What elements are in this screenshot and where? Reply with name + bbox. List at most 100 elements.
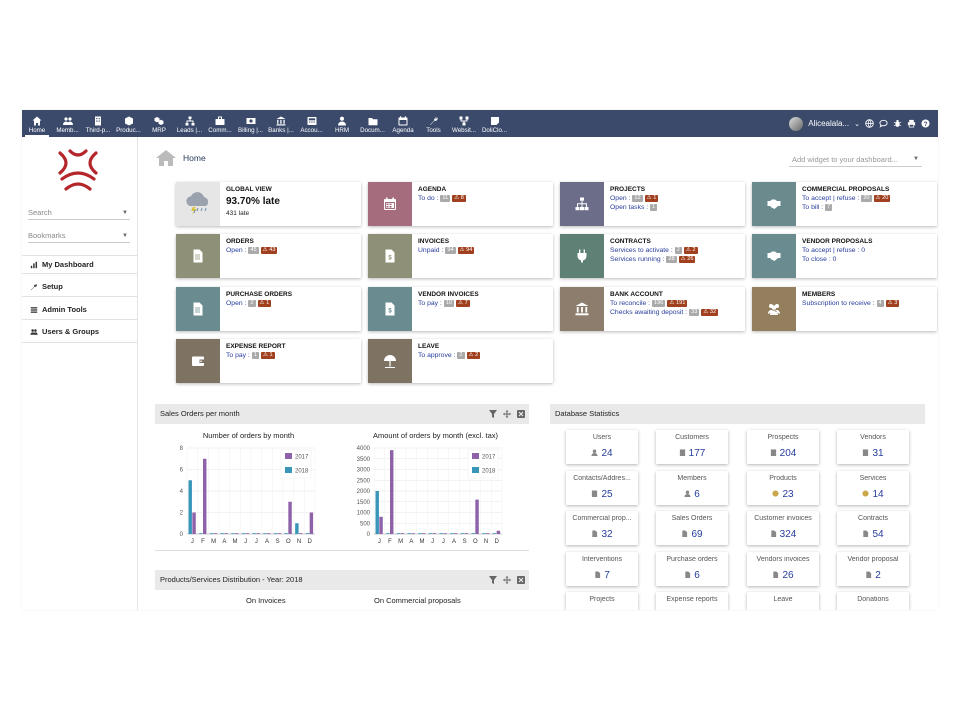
filter-icon[interactable] [489, 410, 497, 418]
stat-contacts-addres[interactable]: Contacts/Addres... 25 [566, 471, 638, 505]
filter-icon[interactable] [489, 576, 497, 584]
stat-customer-invoices[interactable]: Customer invoices 324 [747, 511, 819, 545]
menu-item-tools[interactable]: Tools [419, 110, 449, 137]
y-tick-label: 2500 [357, 478, 371, 484]
menu-item-home[interactable]: Home [22, 110, 52, 137]
stat-services[interactable]: Services 14 [837, 471, 909, 505]
menu-item-mrp[interactable]: MRP [144, 110, 174, 137]
globe-icon[interactable] [865, 119, 874, 128]
menu-item-doliclo[interactable]: DoliClo... [480, 110, 510, 137]
stat-vendors[interactable]: Vendors 31 [837, 430, 909, 464]
box-line[interactable]: Open :2 ⚠ 1 [226, 300, 272, 307]
stat-purchase-orders[interactable]: Purchase orders 6 [656, 552, 728, 586]
sidebar-item-my-dashboard[interactable]: My Dashboard [30, 260, 94, 269]
box-title: ORDERS [226, 238, 254, 245]
box-commercial-proposals[interactable]: COMMERCIAL PROPOSALS To accept | refuse :… [752, 182, 937, 226]
menu-item-billing[interactable]: Billing |... [236, 110, 266, 137]
menu-item-accou[interactable]: Accou... [297, 110, 327, 137]
chevron-down-icon[interactable]: ⌄ [854, 120, 860, 128]
stat-donations[interactable]: Donations [837, 592, 909, 610]
box-line[interactable]: To close : 0 [802, 256, 836, 263]
box-line[interactable]: Open :45 ⚠ 43 [226, 247, 278, 254]
box-line[interactable]: To pay :10 ⚠ 7 [418, 300, 470, 307]
menu-item-banks[interactable]: Banks |... [266, 110, 296, 137]
stat-users[interactable]: Users 24 [566, 430, 638, 464]
stat-commercial-prop[interactable]: Commercial prop... 32 [566, 511, 638, 545]
box-line[interactable]: Subscription to receive :4 ⚠ 3 [802, 300, 900, 307]
box-expense-report[interactable]: EXPENSE REPORT To pay :1 ⚠ 1 [176, 339, 361, 383]
box-projects[interactable]: PROJECTS Open :12 ⚠ 1 Open tasks :1 [560, 182, 745, 226]
stat-leave[interactable]: Leave [747, 592, 819, 610]
global-view-box[interactable]: GLOBAL VIEW 93.70% late 431 late [176, 182, 361, 226]
sidebar-item-admin-tools[interactable]: Admin Tools [30, 305, 87, 314]
user-icon [591, 448, 598, 459]
box-bank-account[interactable]: BANK ACCOUNT To reconcile :196 ⚠ 191 Checks… [560, 287, 745, 331]
stat-customers[interactable]: Customers 177 [656, 430, 728, 464]
x-tick-label: M [211, 539, 216, 545]
close-icon[interactable] [517, 410, 525, 418]
menu-item-third-p[interactable]: Third-p... [83, 110, 113, 137]
stat-sales-orders[interactable]: Sales Orders 69 [656, 511, 728, 545]
menu-item-memb[interactable]: Memb... [53, 110, 83, 137]
bug-icon[interactable] [893, 119, 902, 128]
add-widget-select[interactable]: Add widget to your dashboard... ▼ [789, 153, 922, 167]
box-vendor-invoices[interactable]: $ VENDOR INVOICES To pay :10 ⚠ 7 [368, 287, 553, 331]
box-vendor-proposals[interactable]: VENDOR PROPOSALS To accept | refuse : 0 To… [752, 234, 937, 278]
sidebar-item-users-groups[interactable]: Users & Groups [30, 327, 99, 336]
box-line[interactable]: Services to activate :2 ⚠ 2 [610, 247, 698, 254]
move-icon[interactable] [503, 410, 511, 418]
file-icon [591, 529, 598, 540]
box-line[interactable]: To accept | refuse : 0 [802, 247, 865, 254]
stat-products[interactable]: Products 23 [747, 471, 819, 505]
move-icon[interactable] [503, 576, 511, 584]
stat-prospects[interactable]: Prospects 204 [747, 430, 819, 464]
x-tick-label: M [398, 539, 403, 545]
stat-members[interactable]: Members 6 [656, 471, 728, 505]
box-line[interactable]: To approve :2 ⚠ 2 [418, 352, 481, 359]
box-invoices[interactable]: $ INVOICES Unpaid :94 ⚠ 94 [368, 234, 553, 278]
box-purchase-orders[interactable]: PURCHASE ORDERS Open :2 ⚠ 1 [176, 287, 361, 331]
count-badge: 45 [248, 247, 259, 254]
box-line[interactable]: To do :11 ⚠ 8 [418, 195, 466, 202]
avatar[interactable] [789, 116, 804, 131]
box-leave[interactable]: LEAVE To approve :2 ⚠ 2 [368, 339, 553, 383]
box-line[interactable]: To accept | refuse :20 ⚠ 20 [802, 195, 891, 202]
box-members[interactable]: MEMBERS Subscription to receive :4 ⚠ 3 [752, 287, 937, 331]
menu-item-agenda[interactable]: Agenda [388, 110, 418, 137]
stat-interventions[interactable]: Interventions 7 [566, 552, 638, 586]
box-line[interactable]: Checks awaiting deposit :33 ⚠ 32 [610, 309, 719, 316]
stat-contracts[interactable]: Contracts 54 [837, 511, 909, 545]
box-line[interactable]: Open :12 ⚠ 1 [610, 195, 659, 202]
search-input[interactable]: Search ▼ [28, 206, 130, 220]
box-line[interactable]: To reconcile :196 ⚠ 191 [610, 300, 688, 307]
stat-label: Prospects [767, 434, 799, 441]
menu-item-comm[interactable]: Comm... [205, 110, 235, 137]
stat-number: 177 [688, 448, 706, 459]
stat-number: 31 [872, 448, 884, 459]
print-icon[interactable] [907, 119, 916, 128]
box-line[interactable]: To bill :7 [802, 204, 833, 211]
stat-vendor-proposal[interactable]: Vendor proposal 2 [837, 552, 909, 586]
box-agenda[interactable]: AGENDA To do :11 ⚠ 8 [368, 182, 553, 226]
stat-expense-reports[interactable]: Expense reports [656, 592, 728, 610]
close-icon[interactable] [517, 576, 525, 584]
box-line[interactable]: Services running :28 ⚠ 26 [610, 256, 696, 263]
help-icon[interactable]: ? [921, 119, 930, 128]
menu-item-leads[interactable]: Leads |... [175, 110, 205, 137]
bookmarks-select[interactable]: Bookmarks ▼ [28, 229, 130, 243]
stat-projects[interactable]: Projects [566, 592, 638, 610]
menu-item-produc[interactable]: Produc... [114, 110, 144, 137]
menu-item-docum[interactable]: Docum... [358, 110, 388, 137]
box-line[interactable]: Open tasks :1 [610, 204, 658, 211]
menu-item-hrm[interactable]: HRM [327, 110, 357, 137]
box-line[interactable]: To pay :1 ⚠ 1 [226, 352, 275, 359]
box-contracts[interactable]: CONTRACTS Services to activate :2 ⚠ 2 Servi… [560, 234, 745, 278]
chat-icon[interactable] [879, 119, 888, 128]
menu-item-websit[interactable]: Websit... [449, 110, 479, 137]
stat-vendors-invoices[interactable]: Vendors invoices 26 [747, 552, 819, 586]
box-orders[interactable]: ORDERS Open :45 ⚠ 43 [176, 234, 361, 278]
user-name[interactable]: Alicealala... [808, 119, 849, 128]
box-line[interactable]: Unpaid :94 ⚠ 94 [418, 247, 475, 254]
late-count: 8 [460, 195, 464, 201]
sidebar-item-setup[interactable]: Setup [30, 282, 63, 291]
